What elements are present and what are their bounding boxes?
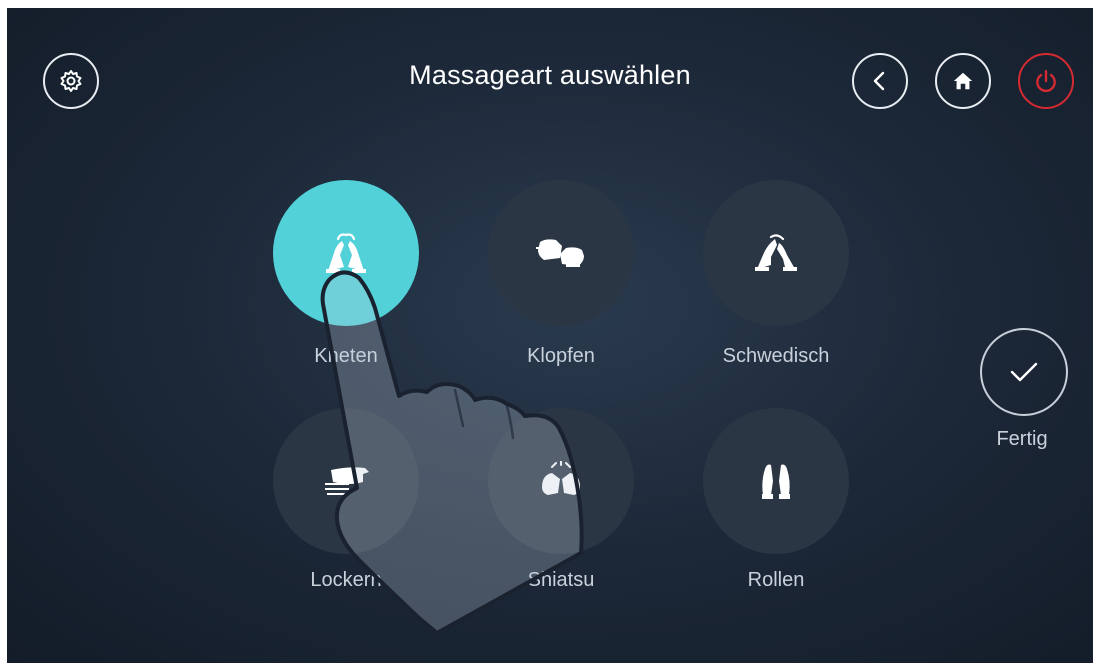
kneading-hands-icon [326,233,366,273]
mode-schwedisch-label: Schwedisch [722,345,830,367]
mode-shiatsu-button[interactable] [488,408,634,554]
mode-kneten-button[interactable] [273,180,419,326]
mode-lockern-button[interactable] [273,408,419,554]
massage-screen: Massageart auswählen Kneten Klopfen Schw… [7,8,1093,663]
mode-klopfen-label: Klopfen [527,345,595,367]
loosening-hand-icon [325,467,369,495]
mode-lockern-label: Lockern [310,569,382,591]
mode-kneten-label: Kneten [314,345,378,367]
power-icon [1036,70,1056,93]
confirm-button[interactable] [980,328,1068,416]
mode-schwedisch-button[interactable] [703,180,849,326]
pointing-hand-icon [320,270,584,635]
back-button[interactable] [852,53,908,109]
mode-rollen-label: Rollen [747,569,805,591]
checkmark-icon [1010,362,1038,382]
confirm-label: Fertig [996,428,1048,450]
home-button[interactable] [935,53,991,109]
swedish-hands-icon [755,234,797,271]
tapping-fists-icon [536,239,584,267]
mode-rollen-button[interactable] [703,408,849,554]
shiatsu-hands-icon [542,461,580,495]
home-icon [953,72,973,90]
power-button[interactable] [1018,53,1074,109]
rolling-hands-icon [762,464,790,499]
chevron-left-icon [873,71,885,91]
mode-klopfen-button[interactable] [488,180,634,326]
page-title: Massageart auswählen [409,60,691,90]
mode-shiatsu-label: Shiatsu [527,569,595,591]
